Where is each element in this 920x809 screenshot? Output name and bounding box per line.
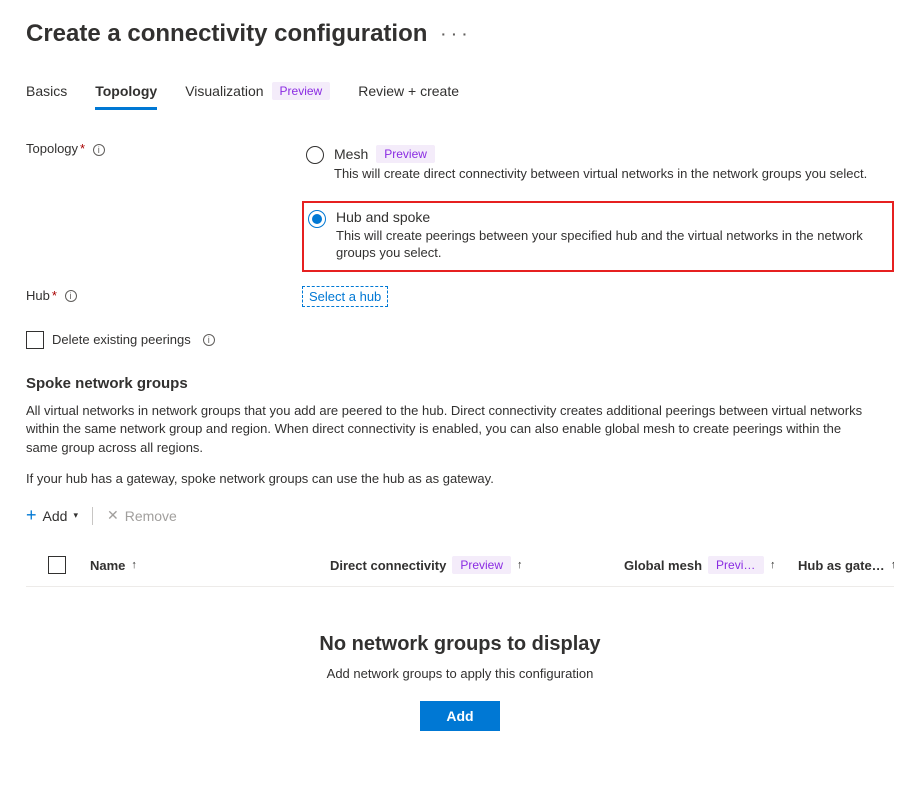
delete-peerings-row: Delete existing peerings i [26,331,894,349]
select-hub-link[interactable]: Select a hub [302,286,388,307]
radio-hub-spoke[interactable]: Hub and spoke This will create peerings … [304,203,892,270]
radio-mesh[interactable]: Mesh Preview This will create direct con… [302,139,894,191]
add-button[interactable]: + Add ▾ [26,505,78,526]
column-hub-as-gateway[interactable]: Hub as gate… ↑ [798,558,894,573]
delete-peerings-checkbox[interactable] [26,331,44,349]
topology-label: Topology* i [26,139,302,156]
preview-badge: Previe… [708,556,764,574]
empty-subtitle: Add network groups to apply this configu… [26,666,894,681]
empty-title: No network groups to display [26,633,894,656]
spoke-description-2: If your hub has a gateway, spoke network… [26,470,866,489]
selected-option-highlight: Hub and spoke This will create peerings … [302,201,894,272]
topology-field: Topology* i Mesh Preview This will creat… [26,139,894,272]
delete-peerings-label: Delete existing peerings [52,332,191,347]
close-icon: ✕ [107,507,119,524]
select-all-checkbox[interactable] [48,556,66,574]
column-name[interactable]: Name ↑ [90,558,322,573]
required-asterisk: * [52,288,57,303]
sort-up-icon: ↑ [770,559,776,571]
tab-basics[interactable]: Basics [26,76,67,110]
chevron-down-icon: ▾ [73,510,78,521]
column-direct-connectivity[interactable]: Direct connectivity Preview ↑ [330,556,616,574]
radio-input-mesh[interactable] [306,146,324,164]
radio-input-hub-spoke[interactable] [308,210,326,228]
hub-field: Hub* i Select a hub [26,286,894,307]
preview-badge: Preview [376,145,435,163]
preview-badge: Preview [452,556,511,574]
table-header-row: Name ↑ Direct connectivity Preview ↑ Glo… [26,546,894,587]
tab-topology[interactable]: Topology [95,76,157,110]
spoke-heading: Spoke network groups [26,375,894,392]
toolbar-divider [92,507,93,525]
tab-visualization[interactable]: Visualization Preview [185,76,330,110]
more-icon[interactable]: · · · [441,26,468,42]
tab-basics-label: Basics [26,83,67,99]
sort-up-icon: ↑ [517,559,523,571]
remove-button: ✕ Remove [107,507,177,524]
tab-topology-label: Topology [95,83,157,99]
spoke-description-1: All virtual networks in network groups t… [26,402,866,459]
list-toolbar: + Add ▾ ✕ Remove [26,505,894,526]
hub-spoke-description: This will create peerings between your s… [336,227,888,262]
remove-label: Remove [125,508,177,524]
tab-review-label: Review + create [358,83,459,99]
add-label: Add [43,508,68,524]
tab-visualization-label: Visualization [185,83,263,99]
page-title: Create a connectivity configuration · · … [26,20,894,48]
page-title-text: Create a connectivity configuration [26,20,427,48]
sort-up-icon: ↑ [131,559,137,571]
mesh-label: Mesh Preview [334,145,890,163]
info-icon[interactable]: i [65,290,77,302]
sort-up-icon: ↑ [891,559,894,571]
tab-review-create[interactable]: Review + create [358,76,459,110]
plus-icon: + [26,505,37,526]
info-icon[interactable]: i [203,334,215,346]
empty-add-button[interactable]: Add [420,701,499,731]
mesh-description: This will create direct connectivity bet… [334,165,890,183]
radio-dot-icon [312,214,322,224]
hub-spoke-label: Hub and spoke [336,209,888,225]
tab-bar: Basics Topology Visualization Preview Re… [26,76,894,111]
empty-state: No network groups to display Add network… [26,633,894,731]
hub-label: Hub* i [26,286,302,303]
required-asterisk: * [80,141,85,156]
column-global-mesh[interactable]: Global mesh Previe… ↑ [624,556,790,574]
preview-badge: Preview [272,82,331,100]
info-icon[interactable]: i [93,144,105,156]
